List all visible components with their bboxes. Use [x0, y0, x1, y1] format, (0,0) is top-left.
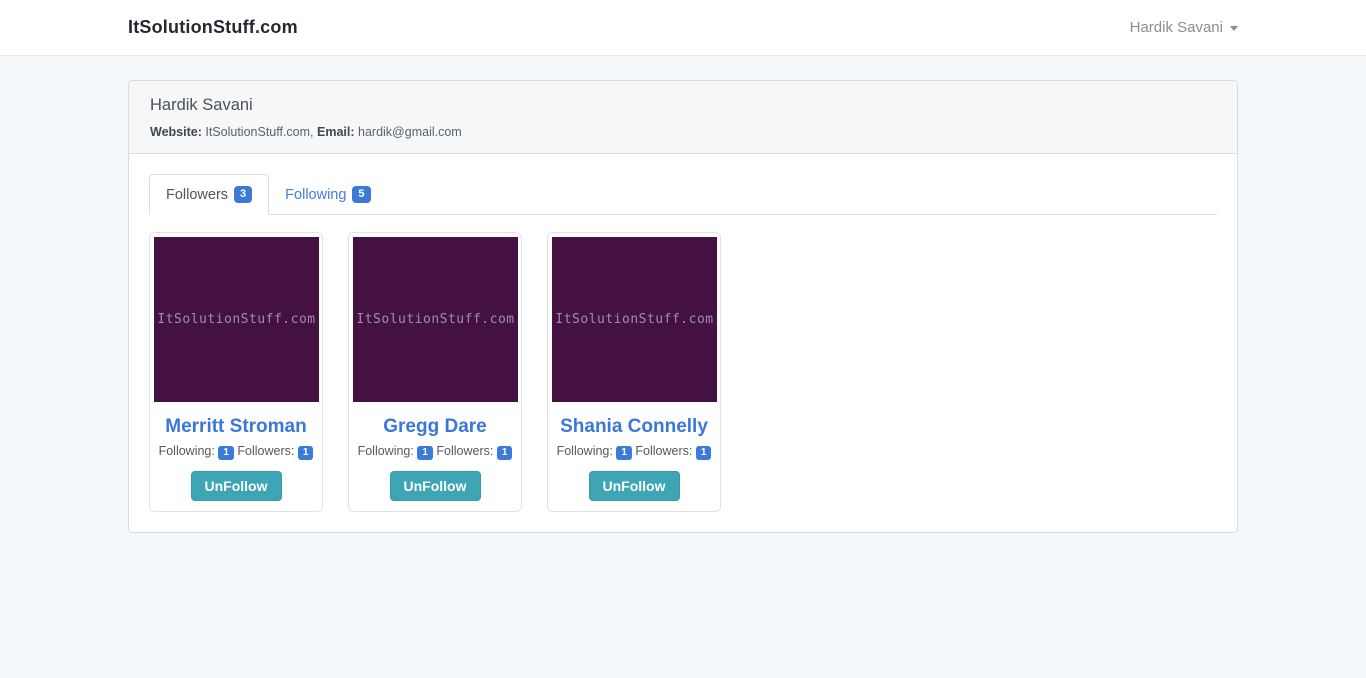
user-stats: Following: 1 Followers: 1: [552, 444, 716, 460]
following-label: Following:: [556, 444, 613, 458]
following-label: Following:: [158, 444, 215, 458]
following-count-badge: 1: [616, 446, 632, 460]
followers-count-badge: 1: [695, 446, 712, 460]
tabs-bar: Followers 3 Following 5: [149, 174, 1217, 215]
main-content: Hardik Savani Website: ItSolutionStuff.c…: [128, 80, 1238, 573]
tab-followers-label: Followers: [166, 186, 229, 203]
profile-name: Hardik Savani: [150, 96, 253, 114]
website-label: Website:: [150, 125, 202, 139]
avatar-placeholder-text: ItSolutionStuff.com: [356, 312, 515, 327]
followers-label: Followers:: [237, 444, 295, 458]
avatar-placeholder-text: ItSolutionStuff.com: [157, 312, 316, 327]
unfollow-button[interactable]: UnFollow: [389, 471, 481, 501]
followers-label: Followers:: [436, 444, 494, 458]
profile-panel-body: Followers 3 Following 5 ItSolutionStuff.…: [129, 154, 1237, 532]
user-stats: Following: 1 Followers: 1: [154, 444, 318, 460]
profile-panel: Hardik Savani Website: ItSolutionStuff.c…: [128, 80, 1238, 533]
following-count-badge: 5: [352, 186, 371, 203]
profile-panel-heading: Hardik Savani Website: ItSolutionStuff.c…: [129, 81, 1237, 154]
tab-followers[interactable]: Followers 3: [149, 174, 270, 215]
email-label: Email:: [317, 125, 355, 139]
user-name-link[interactable]: Merritt Stroman: [165, 416, 306, 437]
user-name-link[interactable]: Gregg Dare: [383, 416, 486, 437]
top-navbar: ItSolutionStuff.com Hardik Savani: [0, 0, 1366, 56]
followers-list: ItSolutionStuff.com Merritt Stroman Foll…: [149, 215, 1217, 512]
unfollow-button[interactable]: UnFollow: [190, 471, 282, 501]
user-dropdown[interactable]: Hardik Savani: [1130, 19, 1238, 36]
followers-count-badge: 1: [496, 446, 513, 460]
email-value: hardik@gmail.com: [358, 125, 462, 139]
followers-count-badge: 1: [297, 446, 314, 460]
user-stats: Following: 1 Followers: 1: [353, 444, 517, 460]
avatar-placeholder-text: ItSolutionStuff.com: [555, 312, 714, 327]
following-count-badge: 1: [218, 446, 234, 460]
followers-count-badge: 3: [234, 186, 253, 203]
user-dropdown-label: Hardik Savani: [1129, 19, 1223, 36]
user-avatar-image[interactable]: ItSolutionStuff.com: [552, 237, 717, 402]
user-name-link[interactable]: Shania Connelly: [560, 416, 708, 437]
profile-meta: Website: ItSolutionStuff.com, Email: har…: [150, 125, 1216, 139]
followers-label: Followers:: [635, 444, 693, 458]
user-card: ItSolutionStuff.com Gregg Dare Following…: [348, 232, 522, 512]
brand-link[interactable]: ItSolutionStuff.com: [128, 17, 298, 38]
user-avatar-image[interactable]: ItSolutionStuff.com: [353, 237, 518, 402]
tab-following[interactable]: Following 5: [269, 174, 386, 215]
caret-down-icon: [1230, 26, 1238, 31]
tab-following-label: Following: [285, 186, 347, 203]
following-count-badge: 1: [417, 446, 433, 460]
website-value: ItSolutionStuff.com,: [205, 125, 314, 139]
unfollow-button[interactable]: UnFollow: [588, 471, 680, 501]
user-card: ItSolutionStuff.com Shania Connelly Foll…: [547, 232, 721, 512]
user-avatar-image[interactable]: ItSolutionStuff.com: [154, 237, 319, 402]
user-card: ItSolutionStuff.com Merritt Stroman Foll…: [149, 232, 323, 512]
following-label: Following:: [357, 444, 414, 458]
